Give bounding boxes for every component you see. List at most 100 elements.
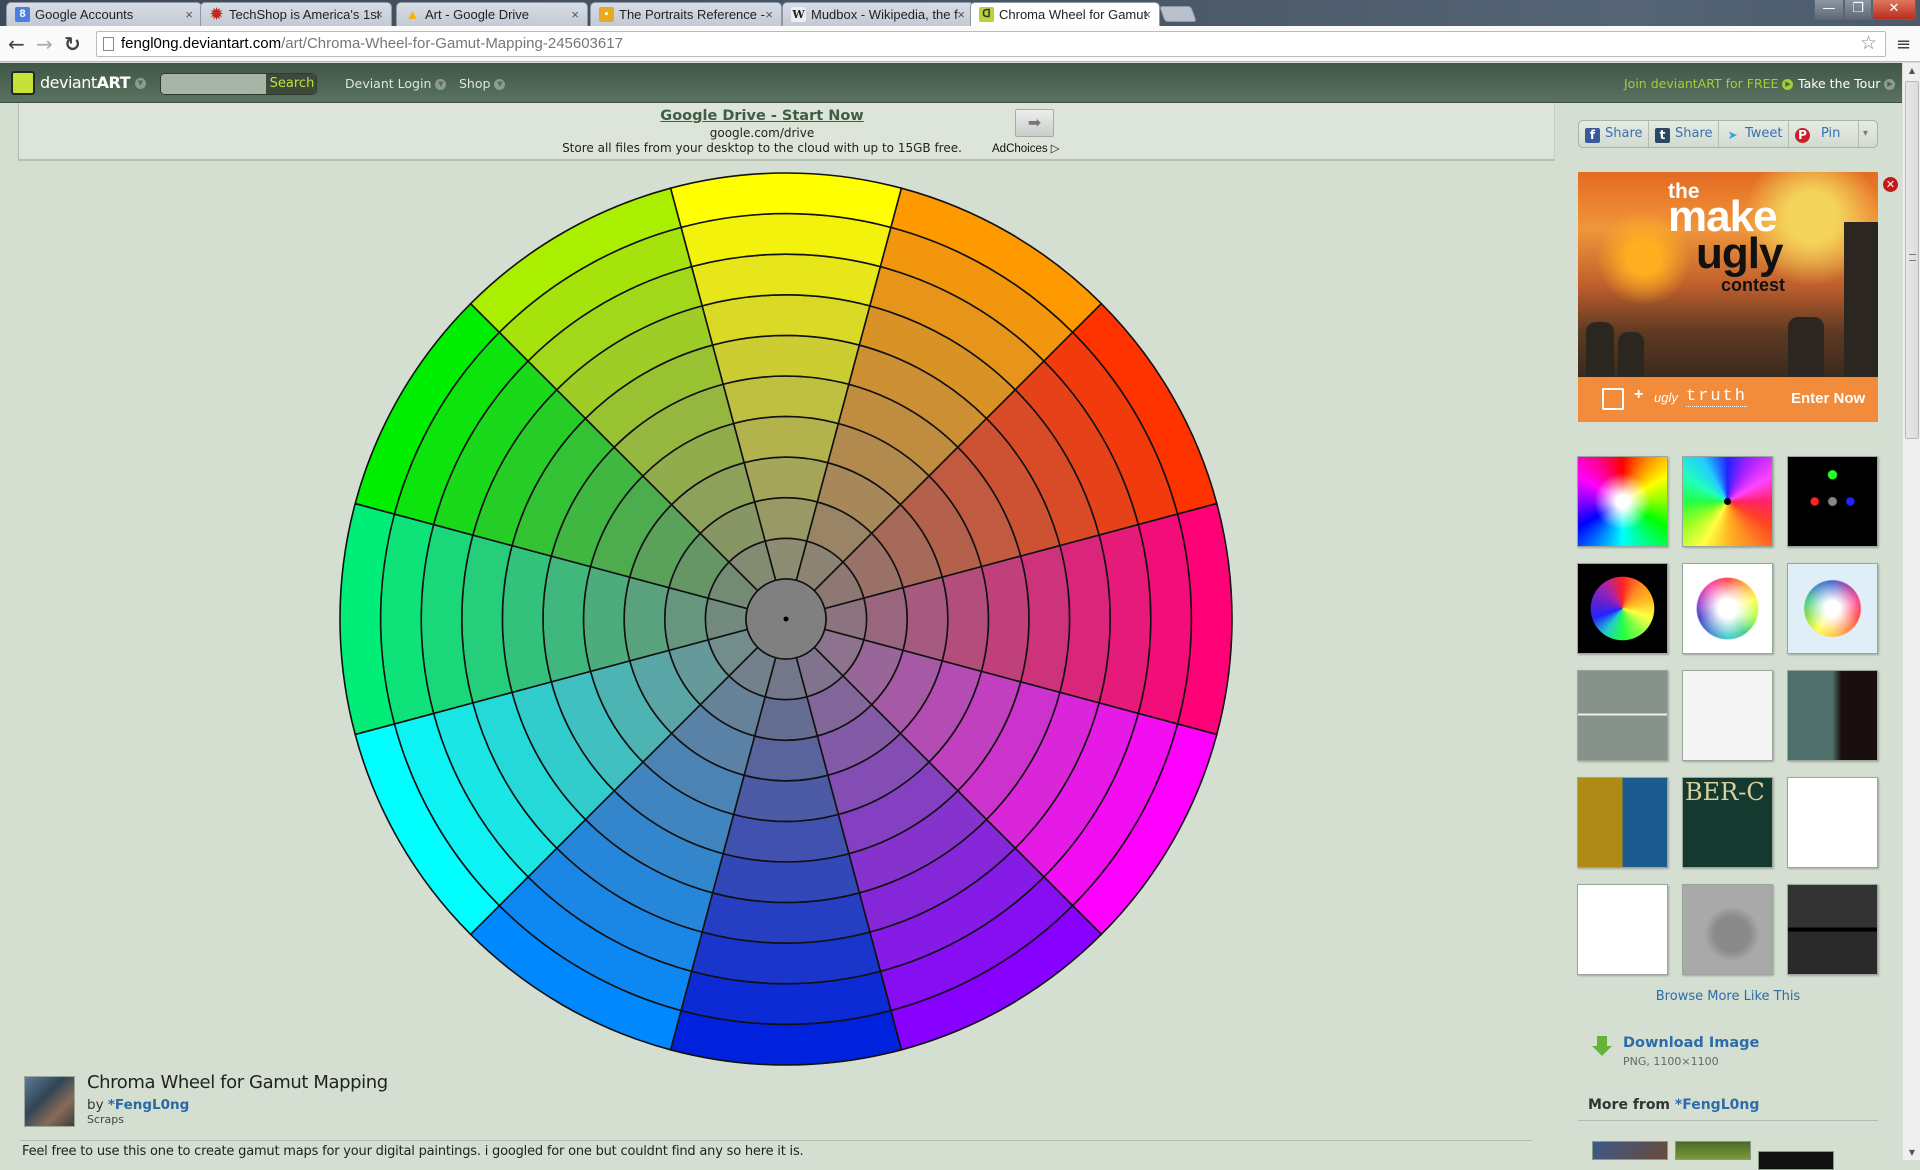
ad-brand-ugly: ugly bbox=[1654, 390, 1678, 405]
related-thumbnail[interactable] bbox=[1682, 670, 1773, 761]
enter-now-button[interactable]: Enter Now bbox=[1791, 390, 1865, 407]
more-from-thumbnail[interactable] bbox=[1675, 1141, 1751, 1160]
back-button[interactable]: ← bbox=[8, 32, 25, 56]
tab-label: Google Accounts bbox=[35, 7, 134, 22]
chevron-down-icon: ▼ bbox=[494, 79, 506, 90]
ad-decoration bbox=[1586, 322, 1614, 377]
related-thumbnail[interactable] bbox=[1577, 456, 1668, 547]
related-thumbnail[interactable] bbox=[1787, 884, 1878, 975]
search-input[interactable] bbox=[161, 74, 266, 94]
scroll-down-arrow-icon[interactable]: ▼ bbox=[1903, 1145, 1920, 1160]
close-ad-icon[interactable]: ✕ bbox=[1883, 177, 1898, 192]
close-tab-icon[interactable]: × bbox=[375, 7, 383, 22]
tumblr-share-button[interactable]: t Share bbox=[1649, 121, 1719, 147]
url-path: /art/Chroma-Wheel-for-Gamut-Mapping-2456… bbox=[281, 35, 623, 52]
ad-brand-truth: truth bbox=[1686, 387, 1748, 407]
related-thumbnail[interactable] bbox=[1787, 456, 1878, 547]
deviant-login-menu[interactable]: Deviant Login ▼ bbox=[345, 76, 447, 91]
more-from-thumbnail[interactable] bbox=[1592, 1141, 1668, 1160]
new-tab-button[interactable] bbox=[1159, 6, 1197, 22]
shop-label: Shop bbox=[459, 76, 491, 91]
related-thumbnail[interactable]: BER-C bbox=[1682, 777, 1773, 868]
tab-google-accounts[interactable]: 8 Google Accounts × bbox=[6, 2, 202, 26]
more-from-author-link[interactable]: *FengL0ng bbox=[1675, 1097, 1759, 1113]
related-thumbnail[interactable] bbox=[1682, 456, 1773, 547]
wheel-center-dot bbox=[783, 616, 789, 622]
related-thumbnail[interactable] bbox=[1682, 563, 1773, 654]
ad-decoration bbox=[1788, 317, 1824, 377]
close-tab-icon[interactable]: × bbox=[185, 7, 193, 22]
related-thumbnail[interactable] bbox=[1682, 884, 1773, 975]
twitter-tweet-button[interactable]: ➤ Tweet bbox=[1719, 121, 1789, 147]
tab-label: The Portraits Reference - ( bbox=[619, 7, 769, 22]
share-label: Share bbox=[1605, 126, 1643, 141]
tab-chroma-wheel[interactable]: ᗡ Chroma Wheel for Gamut × bbox=[970, 2, 1160, 27]
join-link[interactable]: Join deviantART for FREE ▶ bbox=[1624, 76, 1794, 91]
tab-portraits-reference[interactable]: ▪ The Portraits Reference - ( × bbox=[590, 2, 782, 26]
tab-techshop[interactable]: ✹ TechShop is America's 1st × bbox=[200, 2, 392, 26]
deviation-category[interactable]: Scraps bbox=[87, 1113, 124, 1126]
tab-label: Mudbox - Wikipedia, the f bbox=[811, 7, 958, 22]
wheel-cell-blue-ring-5 bbox=[722, 813, 850, 863]
related-thumbnail[interactable] bbox=[1787, 777, 1878, 868]
scrollbar-thumb[interactable] bbox=[1905, 81, 1919, 439]
restore-button[interactable]: ❐ bbox=[1844, 0, 1872, 20]
bookmark-star-icon[interactable]: ☆ bbox=[1860, 32, 1877, 56]
wheel-cell-blue-ring-4 bbox=[732, 774, 840, 823]
page-icon bbox=[103, 37, 114, 51]
related-thumbnail[interactable] bbox=[1787, 670, 1878, 761]
scroll-up-arrow-icon[interactable]: ▲ bbox=[1903, 63, 1920, 78]
ad-title-link[interactable]: Google Drive - Start Now bbox=[19, 108, 1505, 124]
author-link[interactable]: *FengL0ng bbox=[108, 1097, 189, 1113]
forward-button[interactable]: → bbox=[36, 32, 53, 56]
related-thumbnail[interactable] bbox=[1577, 670, 1668, 761]
pinterest-pin-button[interactable]: P Pin bbox=[1789, 121, 1859, 147]
reload-button[interactable]: ↻ bbox=[64, 32, 81, 56]
deviantart-logo-icon[interactable] bbox=[11, 71, 35, 95]
facebook-share-button[interactable]: f Share bbox=[1579, 121, 1649, 147]
close-tab-icon[interactable]: × bbox=[765, 7, 773, 22]
minimize-button[interactable]: — bbox=[1814, 0, 1844, 20]
related-thumbnail[interactable] bbox=[1787, 563, 1878, 654]
ad-arrow-button[interactable]: ➡ bbox=[1015, 109, 1054, 137]
related-thumbnail[interactable] bbox=[1577, 563, 1668, 654]
chrome-menu-icon[interactable]: ≡ bbox=[1896, 34, 1911, 55]
close-tab-icon[interactable]: × bbox=[1143, 7, 1151, 22]
deviant-login-label: Deviant Login bbox=[345, 76, 432, 91]
deviantart-logo-icon bbox=[1602, 388, 1624, 410]
make-ugly-contest-ad[interactable]: the make ugly contest + ugly truth Enter… bbox=[1578, 172, 1878, 422]
page-scrollbar[interactable]: ▲ ▼ bbox=[1902, 63, 1920, 1160]
close-tab-icon[interactable]: × bbox=[957, 7, 965, 22]
related-thumbnail[interactable] bbox=[1577, 777, 1668, 868]
play-icon: ▶ bbox=[1884, 79, 1896, 90]
close-tab-icon[interactable]: × bbox=[571, 7, 579, 22]
more-from-thumbnail[interactable] bbox=[1758, 1151, 1834, 1170]
chroma-wheel-image[interactable] bbox=[330, 163, 1242, 1075]
adchoices-link[interactable]: AdChoices ▷ bbox=[992, 141, 1060, 155]
divider bbox=[1578, 1120, 1878, 1121]
tumblr-icon: t bbox=[1655, 128, 1670, 143]
search-button[interactable]: Search bbox=[266, 74, 316, 94]
download-image-link[interactable]: Download Image bbox=[1623, 1035, 1759, 1051]
author-avatar[interactable] bbox=[24, 1076, 75, 1127]
deviation-byline: by *FengL0ng bbox=[87, 1097, 189, 1113]
wheel-cell-rose-ring-5 bbox=[980, 555, 1030, 683]
shop-menu[interactable]: Shop ▼ bbox=[459, 76, 506, 91]
close-window-button[interactable]: ✕ bbox=[1872, 0, 1916, 20]
join-label: Join deviantART for FREE bbox=[1624, 76, 1779, 91]
share-more-dropdown[interactable]: ▾ bbox=[1859, 121, 1877, 147]
address-bar[interactable]: fengl0ng.deviantart.com/art/Chroma-Wheel… bbox=[96, 31, 1886, 57]
more-from-label: More from bbox=[1588, 1097, 1675, 1113]
logo-dropdown-icon[interactable]: ▼ bbox=[135, 78, 146, 89]
related-thumbnail[interactable] bbox=[1577, 884, 1668, 975]
take-tour-link[interactable]: Take the Tour ▶ bbox=[1798, 76, 1896, 91]
wheel-cell-yellow-ring-3 bbox=[743, 456, 829, 503]
tab-mudbox-wikipedia[interactable]: W Mudbox - Wikipedia, the f × bbox=[782, 2, 974, 26]
deviantart-logo[interactable]: deviantART bbox=[40, 73, 131, 92]
browse-more-link[interactable]: Browse More Like This bbox=[1578, 989, 1878, 1004]
wikipedia-icon: W bbox=[791, 7, 806, 22]
ad-description: Store all files from your desktop to the… bbox=[562, 141, 962, 155]
ad-headline-contest: contest bbox=[1721, 275, 1786, 295]
tab-google-drive[interactable]: ▲ Art - Google Drive × bbox=[396, 2, 588, 26]
deviation-description: Feel free to use this one to create gamu… bbox=[22, 1144, 804, 1159]
